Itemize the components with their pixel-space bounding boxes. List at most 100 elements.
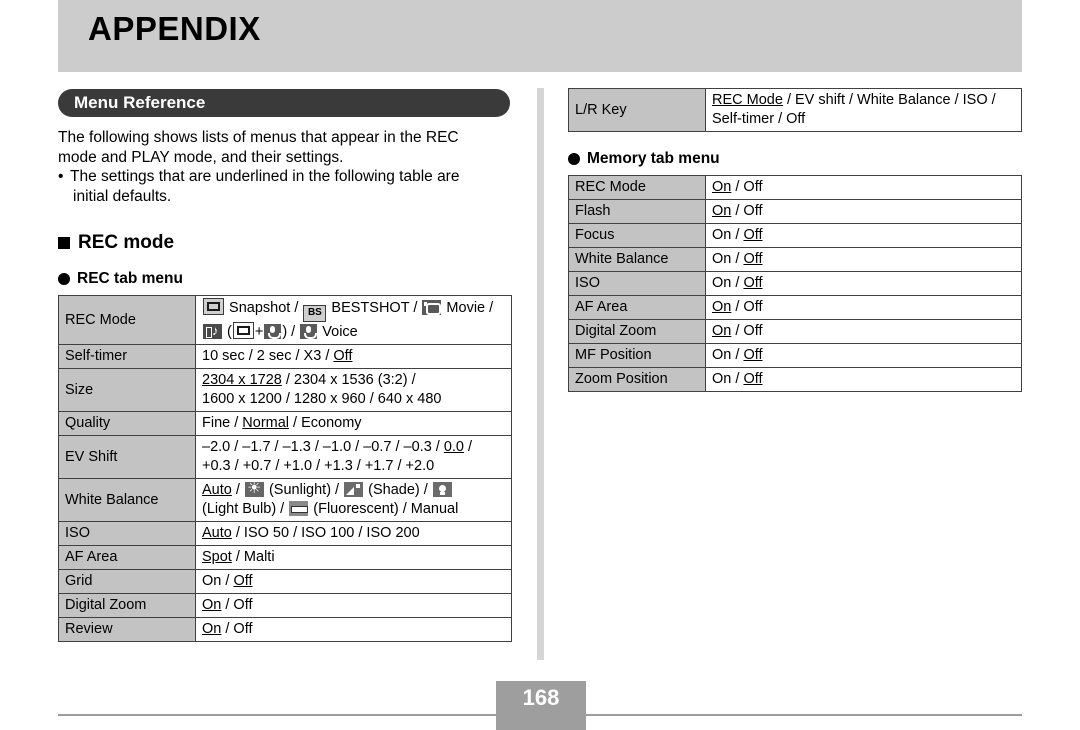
table-row: Zoom Position On / Off xyxy=(568,367,1022,392)
intro-line-2: mode and PLAY mode, and their settings. xyxy=(58,148,344,166)
intro-bullet-line-1: The settings that are underlined in the … xyxy=(70,168,460,185)
appendix-banner: APPENDIX xyxy=(58,0,1022,72)
rec-mode-voice-label: Voice xyxy=(318,324,358,340)
table-row: Self-timer 10 sec / 2 sec / X3 / Off xyxy=(58,344,512,369)
table-row: Grid On / Off xyxy=(58,569,512,594)
snapshot-outline-icon xyxy=(232,322,254,339)
left-column: The following shows lists of menus that … xyxy=(58,128,513,642)
option-a: On / xyxy=(712,275,744,291)
quality-a: Fine / xyxy=(202,415,243,431)
row-value: On / Off xyxy=(195,569,512,594)
option-a: On / xyxy=(712,227,744,243)
option-b: Off xyxy=(743,371,763,387)
review-default: On xyxy=(202,621,222,637)
self-timer-options: 10 sec / 2 sec / X3 / xyxy=(202,348,334,364)
option-a: On / xyxy=(712,371,744,387)
row-value: Snapshot / BS BESTSHOT / Movie / (+) / V… xyxy=(195,295,512,345)
row-key: Digital Zoom xyxy=(568,319,706,344)
af-area-rest: / Malti xyxy=(231,549,275,565)
row-value: On / Off xyxy=(705,271,1022,296)
wb-shade-label: (Shade) / xyxy=(364,482,432,498)
heading-memory-tab-menu: Memory tab menu xyxy=(568,150,1023,168)
menu-reference-heading-bar: Menu Reference xyxy=(58,89,510,117)
size-line1-rest: / 2304 x 1536 (3:2) / xyxy=(281,372,416,388)
row-value: On / Off xyxy=(705,199,1022,224)
row-value: Auto / (Sunlight) / (Shade) / (Light Bul… xyxy=(195,478,512,522)
row-value: On / Off xyxy=(705,223,1022,248)
memory-tab-menu-table: REC Mode On / Off Flash On / Off Focus On / O… xyxy=(568,175,1022,392)
page-title: APPENDIX xyxy=(88,10,261,47)
table-row: L/R Key REC Mode / EV shift / White Bala… xyxy=(568,88,1022,132)
rec-mode-movie-label: Movie / xyxy=(442,300,494,316)
page-number: 168 xyxy=(522,685,560,710)
movie-icon xyxy=(422,300,442,315)
row-value: On / Off xyxy=(195,617,512,642)
intro-bullet: The settings that are underlined in the … xyxy=(58,167,510,206)
table-row: ISO Auto / ISO 50 / ISO 100 / ISO 200 xyxy=(58,521,512,546)
ev-line1-a: –2.0 / –1.7 / –1.3 / –1.0 / –0.7 / –0.3 … xyxy=(202,439,444,455)
sunlight-icon xyxy=(244,479,264,499)
row-value: On / Off xyxy=(705,175,1022,200)
lr-key-table: L/R Key REC Mode / EV shift / White Bala… xyxy=(568,88,1022,132)
rec-tab-menu-table: REC Mode Snapshot / BS BESTSHOT / Movie … xyxy=(58,295,512,642)
row-value: On / Off xyxy=(705,319,1022,344)
table-row: ISO On / Off xyxy=(568,271,1022,296)
digital-zoom-default: On xyxy=(202,597,222,613)
row-key: REC Mode xyxy=(568,175,706,200)
menu-reference-label: Menu Reference xyxy=(74,93,206,112)
row-value: 2304 x 1728 / 2304 x 1536 (3:2) / 1600 x… xyxy=(195,368,512,412)
row-value: On / Off xyxy=(705,367,1022,392)
iso-default: Auto xyxy=(202,525,232,541)
row-key: White Balance xyxy=(58,478,196,522)
fluorescent-icon xyxy=(289,501,309,516)
option-a: On xyxy=(712,179,732,195)
table-row: Size 2304 x 1728 / 2304 x 1536 (3:2) / 1… xyxy=(58,368,512,412)
square-bullet-icon xyxy=(58,237,70,249)
wb-sunlight-label: (Sunlight) / xyxy=(264,482,344,498)
lr-key-line2: Self-timer / Off xyxy=(712,111,806,127)
row-key: AF Area xyxy=(58,545,196,570)
heading-memory-tab-menu-label: Memory tab menu xyxy=(587,150,720,167)
size-default: 2304 x 1728 xyxy=(202,372,282,388)
wb-fluorescent-label: (Fluorescent) / Manual xyxy=(309,501,459,517)
row-key: AF Area xyxy=(568,295,706,320)
column-divider xyxy=(537,88,544,660)
option-b: Off xyxy=(743,227,763,243)
heading-rec-tab-menu-label: REC tab menu xyxy=(77,270,183,287)
row-key: REC Mode xyxy=(58,295,196,345)
grid-default: Off xyxy=(233,573,253,589)
quality-c: / Economy xyxy=(289,415,362,431)
row-key: EV Shift xyxy=(58,435,196,479)
option-a: On / xyxy=(712,347,744,363)
row-key: Flash xyxy=(568,199,706,224)
lr-key-default: REC Mode xyxy=(712,92,783,108)
ev-line1-c: / xyxy=(464,439,473,455)
row-value: On / Off xyxy=(705,295,1022,320)
table-row: White Balance Auto / (Sunlight) / (Shade… xyxy=(58,478,512,522)
table-row: Quality Fine / Normal / Economy xyxy=(58,411,512,436)
table-row: REC Mode Snapshot / BS BESTSHOT / Movie … xyxy=(58,295,512,345)
table-row: Digital Zoom On / Off xyxy=(568,319,1022,344)
review-rest: / Off xyxy=(221,621,253,637)
ev-line2: +0.3 / +0.7 / +1.0 / +1.3 / +1.7 / +2.0 xyxy=(202,458,435,474)
heading-rec-tab-menu: REC tab menu xyxy=(58,270,513,288)
page-number-box: 168 xyxy=(496,681,586,730)
row-key: ISO xyxy=(58,521,196,546)
row-key: L/R Key xyxy=(568,88,706,132)
snapshot-plus-voice-icon xyxy=(203,322,222,339)
row-value: On / Off xyxy=(705,247,1022,272)
row-value: –2.0 / –1.7 / –1.3 / –1.0 / –0.7 / –0.3 … xyxy=(195,435,512,479)
ev-default: 0.0 xyxy=(443,439,465,455)
heading-rec-mode: REC mode xyxy=(58,232,513,254)
table-row: Review On / Off xyxy=(58,617,512,642)
option-a: On xyxy=(712,299,732,315)
table-row: Digital Zoom On / Off xyxy=(58,593,512,618)
digital-zoom-rest: / Off xyxy=(221,597,253,613)
rec-mode-snapshot-label: Snapshot / xyxy=(225,300,303,316)
row-key: Size xyxy=(58,368,196,412)
size-line2: 1600 x 1200 / 1280 x 960 / 640 x 480 xyxy=(202,391,442,407)
snapshot-icon xyxy=(203,298,224,315)
circle-bullet-icon xyxy=(58,273,70,285)
row-key: Self-timer xyxy=(58,344,196,369)
table-row: REC Mode On / Off xyxy=(568,175,1022,200)
